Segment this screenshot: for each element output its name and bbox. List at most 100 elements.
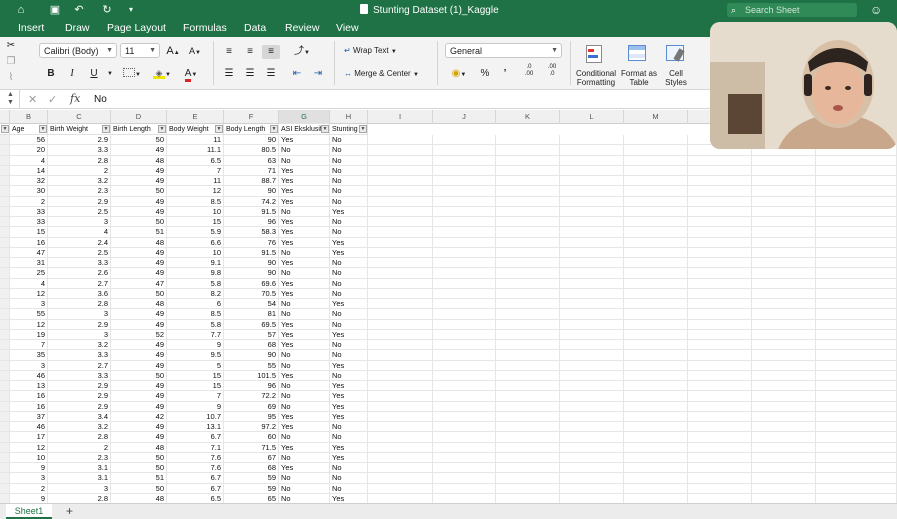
table-cell[interactable]: 2.7 xyxy=(48,278,111,289)
empty-cell[interactable] xyxy=(816,319,897,330)
table-cell[interactable]: 48 xyxy=(111,442,167,453)
table-cell[interactable]: No xyxy=(330,278,368,289)
table-cell[interactable]: 3.1 xyxy=(48,463,111,474)
empty-cell[interactable] xyxy=(368,186,433,197)
empty-cell[interactable] xyxy=(496,155,560,166)
empty-cell[interactable] xyxy=(688,237,752,248)
empty-cell[interactable] xyxy=(688,278,752,289)
table-cell[interactable]: 7 xyxy=(167,391,224,402)
row-header[interactable] xyxy=(0,391,10,402)
table-cell[interactable]: 55 xyxy=(224,360,279,371)
font-size-select[interactable]: 11 ▼ xyxy=(120,43,160,58)
empty-cell[interactable] xyxy=(816,227,897,238)
table-cell[interactable]: Yes xyxy=(279,237,330,248)
empty-cell[interactable] xyxy=(433,340,496,351)
sheet-grid[interactable]: ▼ Age ▼ Birth Weight ▼ Birth Length ▼ Body … xyxy=(0,124,897,503)
empty-cell[interactable] xyxy=(624,319,688,330)
empty-cell[interactable] xyxy=(688,350,752,361)
table-cell[interactable]: 2.3 xyxy=(48,452,111,463)
table-cell[interactable]: 2.9 xyxy=(48,135,111,146)
header-cell-age[interactable]: Age ▼ xyxy=(10,124,48,135)
table-cell[interactable]: 56 xyxy=(10,135,48,146)
table-cell[interactable]: 90 xyxy=(224,350,279,361)
empty-cell[interactable] xyxy=(496,237,560,248)
empty-cell[interactable] xyxy=(816,309,897,320)
empty-cell[interactable] xyxy=(816,329,897,340)
table-cell[interactable]: 2.8 xyxy=(48,155,111,166)
table-cell[interactable]: 2.8 xyxy=(48,299,111,310)
table-cell[interactable]: Yes xyxy=(279,319,330,330)
table-cell[interactable]: 69.6 xyxy=(224,278,279,289)
empty-cell[interactable] xyxy=(624,155,688,166)
empty-cell[interactable] xyxy=(624,135,688,146)
empty-cell[interactable] xyxy=(816,452,897,463)
table-cell[interactable]: 76 xyxy=(224,237,279,248)
table-cell[interactable]: 2 xyxy=(10,483,48,494)
table-cell[interactable]: Yes xyxy=(279,176,330,187)
table-cell[interactable]: No xyxy=(330,422,368,433)
empty-cell[interactable] xyxy=(752,401,816,412)
empty-cell[interactable] xyxy=(624,422,688,433)
empty-cell[interactable] xyxy=(560,360,624,371)
empty-cell[interactable] xyxy=(560,135,624,146)
table-cell[interactable]: 6.5 xyxy=(167,155,224,166)
header-cell-body-length[interactable]: Body Length ▼ xyxy=(224,124,279,135)
table-cell[interactable]: Yes xyxy=(330,442,368,453)
row-header[interactable] xyxy=(0,155,10,166)
empty-cell[interactable] xyxy=(433,350,496,361)
table-cell[interactable]: 71 xyxy=(224,165,279,176)
table-cell[interactable]: 3.2 xyxy=(48,340,111,351)
empty-cell[interactable] xyxy=(560,340,624,351)
table-cell[interactable]: Yes xyxy=(279,217,330,228)
empty-cell[interactable] xyxy=(752,258,816,269)
empty-cell[interactable] xyxy=(752,463,816,474)
empty-cell[interactable] xyxy=(816,299,897,310)
empty-cell[interactable] xyxy=(560,401,624,412)
table-cell[interactable]: No xyxy=(330,473,368,484)
table-cell[interactable]: No xyxy=(330,258,368,269)
table-cell[interactable]: 7.6 xyxy=(167,463,224,474)
table-cell[interactable]: Yes xyxy=(279,463,330,474)
table-cell[interactable]: 88.7 xyxy=(224,176,279,187)
empty-cell[interactable] xyxy=(816,411,897,422)
empty-cell[interactable] xyxy=(433,401,496,412)
row-header[interactable] xyxy=(0,360,10,371)
empty-cell[interactable] xyxy=(560,370,624,381)
table-cell[interactable]: 80.5 xyxy=(224,145,279,156)
table-cell[interactable]: 65 xyxy=(224,493,279,503)
table-cell[interactable]: No xyxy=(279,483,330,494)
empty-cell[interactable] xyxy=(496,422,560,433)
row-header[interactable] xyxy=(0,319,10,330)
table-cell[interactable]: No xyxy=(330,227,368,238)
table-cell[interactable]: No xyxy=(330,432,368,443)
empty-cell[interactable] xyxy=(688,309,752,320)
table-cell[interactable]: 63 xyxy=(224,155,279,166)
table-cell[interactable]: 51 xyxy=(111,473,167,484)
table-cell[interactable]: 68 xyxy=(224,340,279,351)
empty-cell[interactable] xyxy=(433,442,496,453)
empty-cell[interactable] xyxy=(752,299,816,310)
table-cell[interactable]: No xyxy=(279,299,330,310)
empty-cell[interactable] xyxy=(368,381,433,392)
align-bottom-button[interactable]: ≡ xyxy=(262,45,280,59)
empty-cell[interactable] xyxy=(496,381,560,392)
empty-cell[interactable] xyxy=(560,247,624,258)
table-cell[interactable]: 49 xyxy=(111,206,167,217)
empty-cell[interactable] xyxy=(624,217,688,228)
table-cell[interactable]: 57 xyxy=(224,329,279,340)
empty-cell[interactable] xyxy=(624,370,688,381)
underline-dropdown-icon[interactable]: ▼ xyxy=(101,67,119,81)
empty-cell[interactable] xyxy=(560,176,624,187)
empty-cell[interactable] xyxy=(624,401,688,412)
redo-icon[interactable]: ↻ xyxy=(100,3,114,17)
table-cell[interactable]: No xyxy=(279,155,330,166)
row-header[interactable] xyxy=(0,186,10,197)
empty-cell[interactable] xyxy=(688,155,752,166)
empty-cell[interactable] xyxy=(752,278,816,289)
table-cell[interactable]: 3 xyxy=(10,473,48,484)
empty-cell[interactable] xyxy=(688,186,752,197)
empty-cell[interactable] xyxy=(688,288,752,299)
empty-cell[interactable] xyxy=(624,299,688,310)
table-cell[interactable]: No xyxy=(330,309,368,320)
table-cell[interactable]: 50 xyxy=(111,483,167,494)
